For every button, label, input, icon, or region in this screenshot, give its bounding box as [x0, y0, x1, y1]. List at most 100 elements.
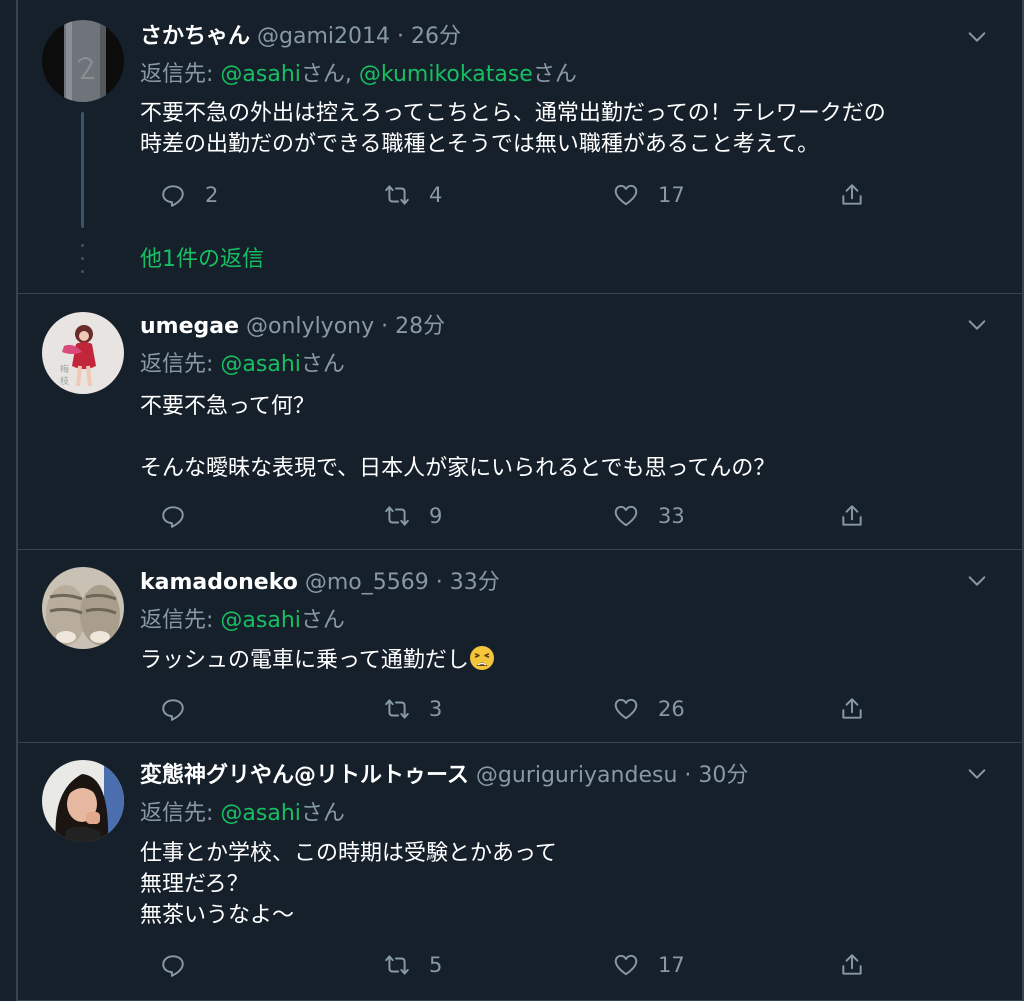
user-handle[interactable]: @onlylyony	[246, 314, 374, 339]
like-count: 17	[658, 953, 685, 977]
share-button[interactable]	[839, 948, 865, 982]
separator-dot: ·	[397, 24, 404, 49]
like-button[interactable]: 17	[613, 948, 685, 982]
tweet-text-line: 不要不急の外出は控えろってこちとら、通常出勤だっての！テレワークだの	[140, 101, 886, 126]
reply-icon	[162, 699, 184, 721]
heart-icon	[614, 184, 638, 206]
tweet-header: さかちゃん @gami2014 · 26分	[140, 22, 962, 52]
mention-asahi[interactable]: @asahi	[220, 608, 300, 633]
honorific: さん	[300, 608, 345, 633]
retweet-count: 4	[429, 183, 443, 207]
retweet-icon	[385, 955, 409, 975]
reply-button[interactable]: 2	[160, 178, 218, 212]
honorific: さん	[300, 801, 345, 826]
user-handle[interactable]: @guriguriyandesu	[476, 763, 677, 788]
timestamp[interactable]: 26分	[411, 24, 461, 49]
chevron-down-icon[interactable]	[966, 314, 988, 336]
avatar[interactable]	[42, 20, 124, 102]
reply-to-label: 返信先:	[140, 62, 221, 87]
share-button[interactable]	[839, 499, 865, 533]
share-icon	[842, 954, 862, 975]
tweet-umegae[interactable]: 梅 枝 umegae @onlylyony · 28分 返信先: @asahiさ…	[18, 294, 1022, 550]
retweet-button[interactable]: 4	[384, 178, 442, 212]
display-name[interactable]: さかちゃん	[140, 24, 250, 49]
chevron-down-icon[interactable]	[966, 26, 988, 48]
avatar[interactable]	[42, 760, 124, 842]
reply-count: 2	[205, 183, 219, 207]
tweet-header: 変態神グリやん@リトルトゥース @guriguriyandesu · 30分	[140, 761, 962, 791]
retweet-button[interactable]: 5	[384, 948, 442, 982]
like-count: 17	[658, 183, 685, 207]
separator-dot: ·	[435, 570, 443, 595]
tweet-text-line: ラッシュの電車に乗って通勤だし	[140, 645, 1002, 676]
reply-to-line: 返信先: @asahiさん	[140, 799, 345, 829]
reply-icon	[162, 185, 184, 207]
tweet-text-line: 無理だろ？	[140, 872, 249, 897]
tweet-sakachan[interactable]: さかちゃん @gami2014 · 26分 返信先: @asahiさん, @ku…	[18, 0, 1022, 294]
tweet-header: kamadoneko @mo_5569 · 33分	[140, 568, 962, 598]
tweet-kamadoneko[interactable]: kamadoneko @mo_5569 · 33分 返信先: @asahiさん …	[18, 550, 1022, 743]
mention-asahi[interactable]: @asahi	[220, 801, 300, 826]
share-button[interactable]	[839, 692, 865, 726]
retweet-icon	[385, 185, 409, 205]
heart-icon	[614, 954, 638, 976]
avatar[interactable]: 梅 枝	[42, 312, 124, 394]
timestamp[interactable]: 33分	[450, 570, 500, 595]
tweet-actions: 3 26	[140, 692, 862, 726]
mention-asahi[interactable]: @asahi	[220, 62, 300, 87]
svg-text:枝: 枝	[60, 375, 69, 387]
reply-icon	[162, 955, 184, 977]
tweet-text: 不要不急の外出は控えろってこちとら、通常出勤だっての！テレワークだの 時差の出勤…	[140, 98, 1002, 160]
share-icon	[842, 184, 862, 205]
tweet-text-line: そんな曖昧な表現で、日本人が家にいられるとでも思ってんの？	[140, 456, 776, 481]
tweet-text-line: 不要不急って何？	[140, 394, 315, 419]
chevron-down-icon[interactable]	[966, 763, 988, 785]
comma: ,	[344, 62, 359, 87]
reply-feed: さかちゃん @gami2014 · 26分 返信先: @asahiさん, @ku…	[0, 0, 1024, 1001]
show-more-replies-link[interactable]: 他1件の返信	[140, 245, 264, 275]
tweet-text: 仕事とか学校、この時期は受験とかあって 無理だろ？ 無茶いうなよ〜	[140, 838, 1002, 931]
reply-button[interactable]	[160, 948, 205, 982]
separator-dot: ·	[381, 314, 389, 339]
heart-icon	[614, 698, 638, 720]
separator-dot: ·	[684, 763, 692, 788]
reply-to-line: 返信先: @asahiさん, @kumikokataseさん	[140, 60, 577, 90]
tweet-text: 不要不急って何？ そんな曖昧な表現で、日本人が家にいられるとでも思ってんの？	[140, 391, 1002, 484]
reply-button[interactable]	[160, 499, 205, 533]
avatar[interactable]	[42, 567, 124, 649]
reply-to-line: 返信先: @asahiさん	[140, 606, 345, 636]
chevron-down-icon[interactable]	[966, 570, 988, 592]
like-button[interactable]: 26	[613, 692, 685, 726]
display-name[interactable]: umegae	[140, 314, 239, 339]
reply-to-line: 返信先: @asahiさん	[140, 350, 345, 380]
retweet-count: 5	[429, 953, 443, 977]
reply-to-label: 返信先:	[140, 801, 221, 826]
tweet-guriguriyandesu[interactable]: 変態神グリやん@リトルトゥース @guriguriyandesu · 30分 返…	[18, 743, 1022, 1001]
share-button[interactable]	[839, 178, 865, 212]
display-name[interactable]: kamadoneko	[140, 570, 298, 595]
user-handle[interactable]: @gami2014	[257, 24, 390, 49]
retweet-icon	[385, 506, 409, 526]
like-button[interactable]: 33	[613, 499, 685, 533]
honorific: さん	[300, 62, 345, 87]
tweet-text-content: ラッシュの電車に乗って通勤だし	[140, 648, 469, 673]
thread-dot	[81, 270, 84, 273]
mention-asahi[interactable]: @asahi	[220, 352, 300, 377]
share-icon	[842, 505, 862, 526]
tweet-actions: 2 4 17	[140, 178, 862, 212]
retweet-count: 3	[429, 697, 443, 721]
tweet-text-line: 仕事とか学校、この時期は受験とかあって	[140, 841, 557, 866]
timestamp[interactable]: 28分	[395, 314, 445, 339]
retweet-button[interactable]: 9	[384, 499, 442, 533]
like-button[interactable]: 17	[613, 178, 685, 212]
timestamp[interactable]: 30分	[698, 763, 748, 788]
thread-dot	[81, 257, 84, 260]
display-name[interactable]: 変態神グリやん@リトルトゥース	[140, 763, 469, 788]
thread-dot	[81, 244, 84, 247]
retweet-button[interactable]: 3	[384, 692, 442, 726]
mention-kumikokatase[interactable]: @kumikokatase	[359, 62, 533, 87]
user-handle[interactable]: @mo_5569	[305, 570, 429, 595]
reply-button[interactable]	[160, 692, 205, 726]
retweet-icon	[385, 699, 409, 719]
